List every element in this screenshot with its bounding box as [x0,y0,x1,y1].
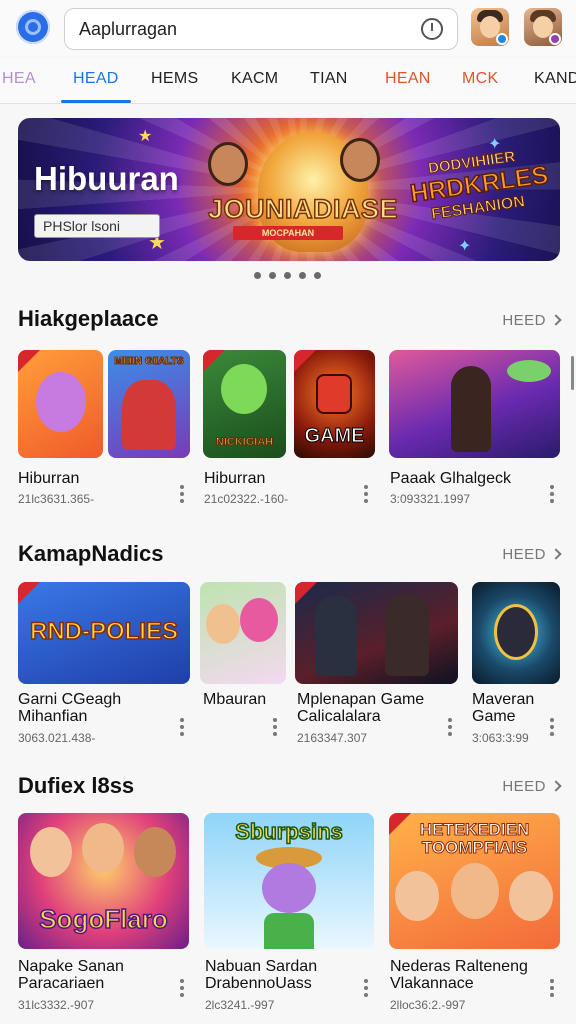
more-options-icon[interactable] [273,718,277,739]
tile-art-label: GAME [304,425,365,448]
game-tile-5[interactable] [389,350,560,458]
star-icon: ★ [138,128,153,145]
game-title[interactable]: Mbauran [203,691,266,708]
character-girl [208,142,248,186]
game-tile-7[interactable] [200,582,286,684]
game-title[interactable]: Hiburran [18,470,79,487]
verified-badge-icon [496,33,508,45]
more-label: HEED [502,546,546,563]
tile-art-label: Sburpsins [234,818,343,845]
avatar-user-2[interactable] [524,8,562,46]
game-meta: 2lloc36:2.-997 [390,998,466,1012]
game-tile-9[interactable] [472,582,560,684]
carousel-dot[interactable] [284,272,291,279]
carousel-dot[interactable] [314,272,321,279]
tab-2[interactable]: HEMS [151,70,198,88]
game-title[interactable]: Maveran Game [472,691,534,725]
star-icon: ✦ [458,238,472,255]
game-tile-11[interactable]: Sburpsins [204,813,374,949]
more-options-icon[interactable] [550,485,554,506]
section-more-link[interactable]: HEED [502,312,562,329]
game-title[interactable]: Paaak Glhalgeck [390,470,511,487]
carousel-indicator[interactable] [254,272,321,279]
game-title[interactable]: Mplenapan Game Calicalalara [297,691,424,725]
more-options-icon[interactable] [180,718,184,739]
game-title[interactable]: Nabuan Sardan DrabennoUass [205,958,317,992]
game-tile-2[interactable]: MEIIN GIIALTS [108,350,190,458]
history-icon[interactable] [421,18,443,40]
tab-4[interactable]: TIAN [310,70,348,88]
scrollbar[interactable] [571,356,574,390]
game-tile-8[interactable] [295,582,458,684]
tab-6[interactable]: MCK [462,70,498,88]
section-more-link[interactable]: HEED [502,546,562,563]
avatar-user-1[interactable] [471,8,509,46]
tab-5[interactable]: HEAN [385,70,431,88]
tile-art-label: SogoFlaro [38,903,168,935]
section-title: Dufiex l8ss [18,773,135,798]
more-options-icon[interactable] [448,718,452,739]
game-title[interactable]: Napake Sanan Paracariaen [18,958,124,992]
tab-7[interactable]: KAND [534,70,576,88]
game-meta: 3063.021.438- [18,731,96,745]
section-title: Hiakgeplaace [18,306,159,331]
tab-0[interactable]: HEA [2,70,36,88]
chevron-right-icon [550,780,562,792]
game-tile-1[interactable] [18,350,103,458]
status-badge-icon [549,33,561,45]
more-options-icon[interactable] [364,485,368,506]
game-tile-3[interactable]: NICKIGIAH [203,350,286,458]
character-boy [340,138,380,182]
carousel-dot[interactable] [269,272,276,279]
chevron-right-icon [550,548,562,560]
top-bar: Aaplurragan [0,0,576,56]
more-label: HEED [502,312,546,329]
game-title[interactable]: Hiburran [204,470,265,487]
game-meta: 3:093321.1997 [390,492,471,506]
carousel-dot[interactable] [299,272,306,279]
more-options-icon[interactable] [364,979,368,1000]
tile-art-label: HETEKEDIEN TOOMPFIAIS [419,820,530,857]
section-more-link[interactable]: HEED [502,778,562,795]
search-input[interactable]: Aaplurragan [64,8,458,50]
section-title: KamapNadics [18,541,164,566]
category-tabs: HEA HEAD HEMS KACM TIAN HEAN MCK KAND [0,58,576,104]
hero-title: Hibuuran [34,160,179,197]
hero-chip[interactable]: PHSlor lsoni [34,214,160,238]
tile-art-label: NICKIGIAH [215,436,274,449]
hero-banner[interactable]: ★ ★ ✦ ✦ JOUNIADIASE MOCPAHAN Hibuuran PH… [18,118,560,261]
game-title[interactable]: Garni CGeagh Mihanfian [18,691,121,725]
hero-ribbon: MOCPAHAN [233,226,343,240]
game-tile-4[interactable]: GAME [294,350,375,458]
tab-1[interactable]: HEAD [61,70,131,103]
more-label: HEED [502,778,546,795]
app-logo[interactable] [16,10,50,44]
more-options-icon[interactable] [550,718,554,739]
carousel-dot[interactable] [254,272,261,279]
more-options-icon[interactable] [550,979,554,1000]
tile-art-label: RND-POLIES [29,617,179,646]
search-text[interactable]: Aaplurragan [79,19,421,40]
game-meta: 31lc3332.-907 [18,998,95,1012]
game-tile-10[interactable]: SogoFlaro [18,813,189,949]
chevron-right-icon [550,314,562,326]
game-title[interactable]: Nederas Ralteneng Vlakannace [390,958,528,992]
tab-3[interactable]: KACM [231,70,278,88]
more-options-icon[interactable] [180,979,184,1000]
game-meta: 21c02322.-160- [204,492,289,506]
game-tile-12[interactable]: HETEKEDIEN TOOMPFIAIS [389,813,560,949]
game-meta: 2163347.307 [297,731,368,745]
tile-art-label: MEIIN GIIALTS [114,356,184,368]
game-tile-6[interactable]: RND-POLIES [18,582,190,684]
game-meta: 2lc3241.-997 [205,998,275,1012]
more-options-icon[interactable] [180,485,184,506]
hero-center-word: JOUNIADIASE [207,193,399,225]
game-meta: 21lc3631.365- [18,492,95,506]
game-meta: 3:063:3:99 [472,731,529,745]
